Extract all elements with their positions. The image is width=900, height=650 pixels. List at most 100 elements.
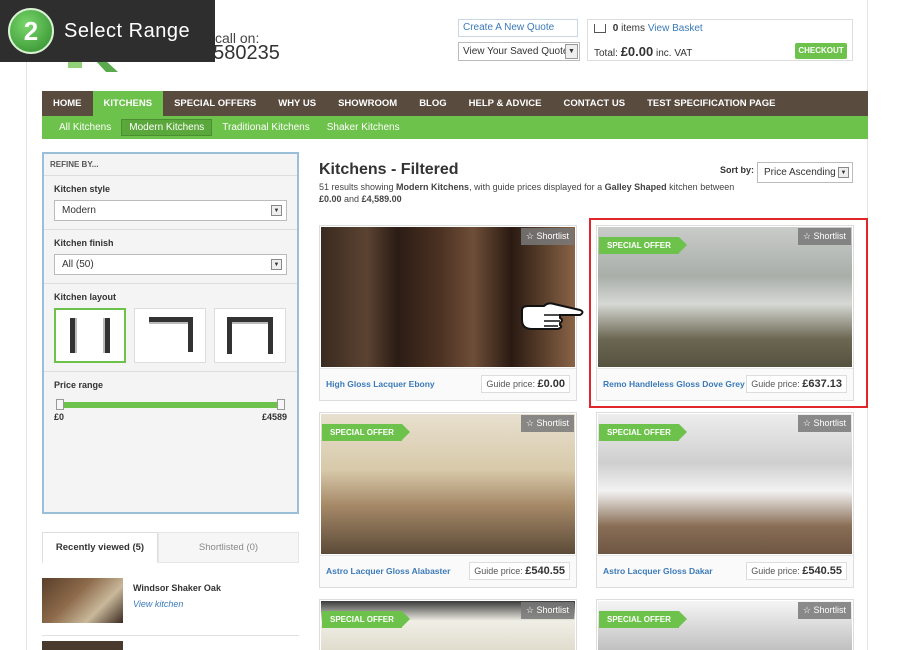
desc-text: kitchen between xyxy=(666,182,735,192)
product-image[interactable] xyxy=(321,227,575,367)
nav-help-advice[interactable]: HELP & ADVICE xyxy=(458,91,553,116)
main-nav: HOME KITCHENS SPECIAL OFFERS WHY US SHOW… xyxy=(42,91,868,116)
recent-thumbnail[interactable] xyxy=(42,578,123,623)
price-range-fill xyxy=(62,402,279,408)
subnav-shaker-kitchens[interactable]: Shaker Kitchens xyxy=(320,120,407,135)
guide-price-value: £0.00 xyxy=(537,378,565,390)
product-name[interactable]: High Gloss Lacquer Ebony xyxy=(326,379,435,389)
tab-shortlisted[interactable]: Shortlisted (0) xyxy=(158,532,299,563)
basket-total: Total: £0.00 inc. VAT xyxy=(594,44,692,59)
price-min-handle[interactable] xyxy=(56,399,64,410)
step-badge: 2 Select Range xyxy=(0,0,215,62)
total-label: Total: xyxy=(594,48,618,59)
u-shape-layout-icon xyxy=(227,317,273,354)
divider xyxy=(42,635,299,636)
shortlist-label: Shortlist xyxy=(536,418,569,428)
subnav-modern-kitchens[interactable]: Modern Kitchens xyxy=(121,119,213,136)
product-footer: Astro Lacquer Gloss Dakar Guide price: £… xyxy=(597,555,853,587)
l-shape-layout-icon xyxy=(149,317,193,352)
guide-price-value: £540.55 xyxy=(525,565,565,577)
special-offer-badge: SPECIAL OFFER xyxy=(322,611,410,628)
price-label: Price range xyxy=(54,380,104,390)
guide-price: Guide price: £540.55 xyxy=(469,562,570,580)
desc-layout: Galley Shaped xyxy=(604,182,667,192)
nav-kitchens[interactable]: KITCHENS xyxy=(92,91,164,116)
view-kitchen-link[interactable]: View kitchen xyxy=(133,599,183,609)
create-quote-link[interactable]: Create A New Quote xyxy=(458,19,578,37)
saved-quotes-value: View Your Saved Quotes xyxy=(463,46,574,57)
style-filter: Kitchen style Modern ▼ xyxy=(44,176,297,230)
nav-why-us[interactable]: WHY US xyxy=(267,91,327,116)
step-number: 2 xyxy=(8,8,54,54)
shortlist-button[interactable]: ☆ Shortlist xyxy=(797,602,851,619)
finish-select[interactable]: All (50) ▼ xyxy=(54,254,287,275)
product-name[interactable]: Astro Lacquer Gloss Alabaster xyxy=(326,566,450,576)
style-select[interactable]: Modern ▼ xyxy=(54,200,287,221)
shortlist-button[interactable]: ☆ Shortlist xyxy=(520,602,574,619)
finish-value: All (50) xyxy=(62,259,94,270)
shortlist-button[interactable]: ☆ Shortlist xyxy=(520,415,574,432)
style-label: Kitchen style xyxy=(54,184,111,194)
nav-contact-us[interactable]: CONTACT US xyxy=(553,91,637,116)
cart-icon xyxy=(594,23,606,33)
sort-value: Price Ascending xyxy=(764,167,836,178)
results-description: 51 results showing Modern Kitchens, with… xyxy=(319,181,739,205)
subnav-all-kitchens[interactable]: All Kitchens xyxy=(52,120,118,135)
shortlist-label: Shortlist xyxy=(536,605,569,615)
shortlist-label: Shortlist xyxy=(813,605,846,615)
sort-select[interactable]: Price Ascending ▼ xyxy=(757,162,853,183)
total-value: £0.00 xyxy=(620,44,654,59)
star-icon: ☆ xyxy=(525,231,537,241)
nav-special-offers[interactable]: SPECIAL OFFERS xyxy=(163,91,267,116)
product-card[interactable]: SPECIAL OFFER ☆ Shortlist Astro Lacquer … xyxy=(596,412,854,588)
shortlist-button[interactable]: ☆ Shortlist xyxy=(520,228,574,245)
view-basket-link[interactable]: View Basket xyxy=(648,23,703,34)
finish-label: Kitchen finish xyxy=(54,238,114,248)
special-offer-badge: SPECIAL OFFER xyxy=(599,611,687,628)
price-max-handle[interactable] xyxy=(277,399,285,410)
shortlist-button[interactable]: ☆ Shortlist xyxy=(797,415,851,432)
nav-home[interactable]: HOME xyxy=(42,91,93,116)
product-name[interactable]: Astro Lacquer Gloss Dakar xyxy=(603,566,713,576)
shortlist-button[interactable]: ☆ Shortlist xyxy=(797,228,851,245)
tab-recently-viewed[interactable]: Recently viewed (5) xyxy=(42,532,158,563)
sub-nav: All Kitchens Modern Kitchens Traditional… xyxy=(42,116,868,139)
recent-thumbnail[interactable] xyxy=(42,641,123,650)
checkout-button[interactable]: CHECKOUT xyxy=(795,43,847,59)
layout-u-shape-option[interactable] xyxy=(214,308,286,363)
sidebar-tabs: Recently viewed (5) Shortlisted (0) xyxy=(42,532,299,563)
price-max-label: £4589 xyxy=(261,412,287,422)
saved-quotes-select[interactable]: View Your Saved Quotes ▼ xyxy=(458,42,580,61)
guide-price-label: Guide price: xyxy=(751,566,800,576)
chevron-down-icon: ▼ xyxy=(271,205,282,216)
layout-filter: Kitchen layout xyxy=(44,284,297,372)
nav-test-spec[interactable]: TEST SPECIFICATION PAGE xyxy=(636,91,786,116)
subnav-traditional-kitchens[interactable]: Traditional Kitchens xyxy=(215,120,316,135)
layout-l-shape-option[interactable] xyxy=(134,308,206,363)
desc-style: Modern Kitchens xyxy=(396,182,470,192)
shortlist-label: Shortlist xyxy=(536,231,569,241)
chevron-down-icon: ▼ xyxy=(838,167,849,178)
product-footer: Astro Lacquer Gloss Alabaster Guide pric… xyxy=(320,555,576,587)
nav-showroom[interactable]: SHOWROOM xyxy=(327,91,408,116)
chevron-down-icon: ▼ xyxy=(565,44,578,59)
price-range-slider[interactable] xyxy=(56,399,285,410)
product-footer: High Gloss Lacquer Ebony Guide price: £0… xyxy=(320,368,576,400)
product-card[interactable]: SPECIAL OFFER ☆ Shortlist xyxy=(319,599,577,650)
nav-blog[interactable]: BLOG xyxy=(408,91,457,116)
desc-price-max: £4,589.00 xyxy=(361,194,402,204)
layout-label: Kitchen layout xyxy=(54,292,117,302)
star-icon: ☆ xyxy=(525,605,537,615)
recent-item-name[interactable]: Windsor Shaker Oak xyxy=(133,583,221,593)
guide-price-label: Guide price: xyxy=(474,566,523,576)
refine-title: REFINE BY... xyxy=(44,154,297,176)
layout-options xyxy=(54,308,287,363)
star-icon: ☆ xyxy=(802,231,814,241)
layout-galley-option[interactable] xyxy=(54,308,126,363)
basket-count: 0 xyxy=(612,23,619,34)
product-card[interactable]: SPECIAL OFFER ☆ Shortlist xyxy=(596,599,854,650)
product-card[interactable]: SPECIAL OFFER ☆ Shortlist Astro Lacquer … xyxy=(319,412,577,588)
shortlist-label: Shortlist xyxy=(813,231,846,241)
results-title: Kitchens - Filtered xyxy=(319,161,459,178)
style-value: Modern xyxy=(62,205,96,216)
